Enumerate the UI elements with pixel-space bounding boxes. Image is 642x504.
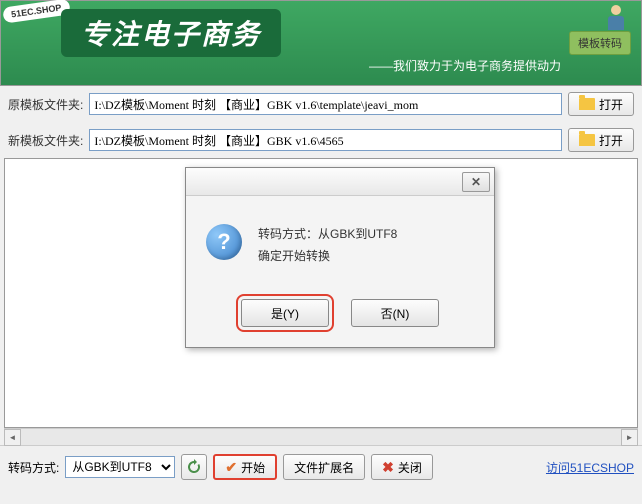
folder-icon bbox=[579, 98, 595, 110]
open-label: 打开 bbox=[599, 96, 623, 113]
refresh-button[interactable] bbox=[181, 454, 207, 480]
visit-link[interactable]: 访问51ECSHOP bbox=[546, 459, 634, 476]
start-label: 开始 bbox=[241, 459, 265, 476]
person-icon bbox=[605, 5, 627, 33]
footer-toolbar: 转码方式: 从GBK到UTF8 ✔ 开始 文件扩展名 ✖ 关闭 访问51ECSH… bbox=[0, 445, 642, 488]
scroll-right-icon[interactable]: ► bbox=[621, 429, 638, 446]
start-button[interactable]: ✔ 开始 bbox=[213, 454, 277, 480]
close-icon: ✖ bbox=[382, 459, 394, 476]
close-button[interactable]: ✖ 关闭 bbox=[371, 454, 433, 480]
open-original-button[interactable]: 打开 bbox=[568, 92, 634, 116]
header-subtitle: ——我们致力于为电子商务提供动力 bbox=[369, 57, 561, 74]
check-icon: ✔ bbox=[225, 459, 237, 476]
dialog-close-button[interactable]: ✕ bbox=[462, 172, 490, 192]
question-icon: ? bbox=[206, 224, 242, 260]
open-new-button[interactable]: 打开 bbox=[568, 128, 634, 152]
encode-select[interactable]: 从GBK到UTF8 bbox=[65, 456, 175, 478]
original-folder-row: 原模板文件夹: 打开 bbox=[0, 86, 642, 122]
dialog-message: 转码方式：从GBK到UTF8 确定开始转换 bbox=[258, 224, 397, 267]
close-label: 关闭 bbox=[398, 459, 422, 476]
scroll-left-icon[interactable]: ◄ bbox=[4, 429, 21, 446]
close-icon: ✕ bbox=[471, 175, 481, 189]
folder-icon bbox=[579, 134, 595, 146]
header-title: 专注电子商务 bbox=[61, 9, 281, 57]
app-header: 51EC.SHOP 专注电子商务 ——我们致力于为电子商务提供动力 模板转码 bbox=[0, 0, 642, 86]
original-folder-label: 原模板文件夹: bbox=[8, 96, 83, 113]
dialog-body: ? 转码方式：从GBK到UTF8 确定开始转换 bbox=[186, 196, 494, 287]
dialog-yes-button[interactable]: 是(Y) bbox=[241, 299, 329, 327]
refresh-icon bbox=[186, 459, 202, 475]
dialog-no-button[interactable]: 否(N) bbox=[351, 299, 439, 327]
template-convert-button[interactable]: 模板转码 bbox=[569, 31, 631, 55]
new-folder-label: 新模板文件夹: bbox=[8, 132, 83, 149]
dialog-titlebar: ✕ bbox=[186, 168, 494, 196]
original-folder-input[interactable] bbox=[89, 93, 562, 115]
open-label: 打开 bbox=[599, 132, 623, 149]
dialog-line1: 转码方式：从GBK到UTF8 bbox=[258, 224, 397, 246]
horizontal-scrollbar[interactable]: ◄ ► bbox=[4, 428, 638, 445]
file-ext-button[interactable]: 文件扩展名 bbox=[283, 454, 365, 480]
new-folder-input[interactable] bbox=[89, 129, 562, 151]
scroll-track[interactable] bbox=[21, 429, 621, 445]
encode-label: 转码方式: bbox=[8, 459, 59, 476]
confirm-dialog: ✕ ? 转码方式：从GBK到UTF8 确定开始转换 是(Y) 否(N) bbox=[185, 167, 495, 348]
dialog-buttons: 是(Y) 否(N) bbox=[186, 287, 494, 347]
dialog-line2: 确定开始转换 bbox=[258, 246, 397, 268]
new-folder-row: 新模板文件夹: 打开 bbox=[0, 122, 642, 158]
